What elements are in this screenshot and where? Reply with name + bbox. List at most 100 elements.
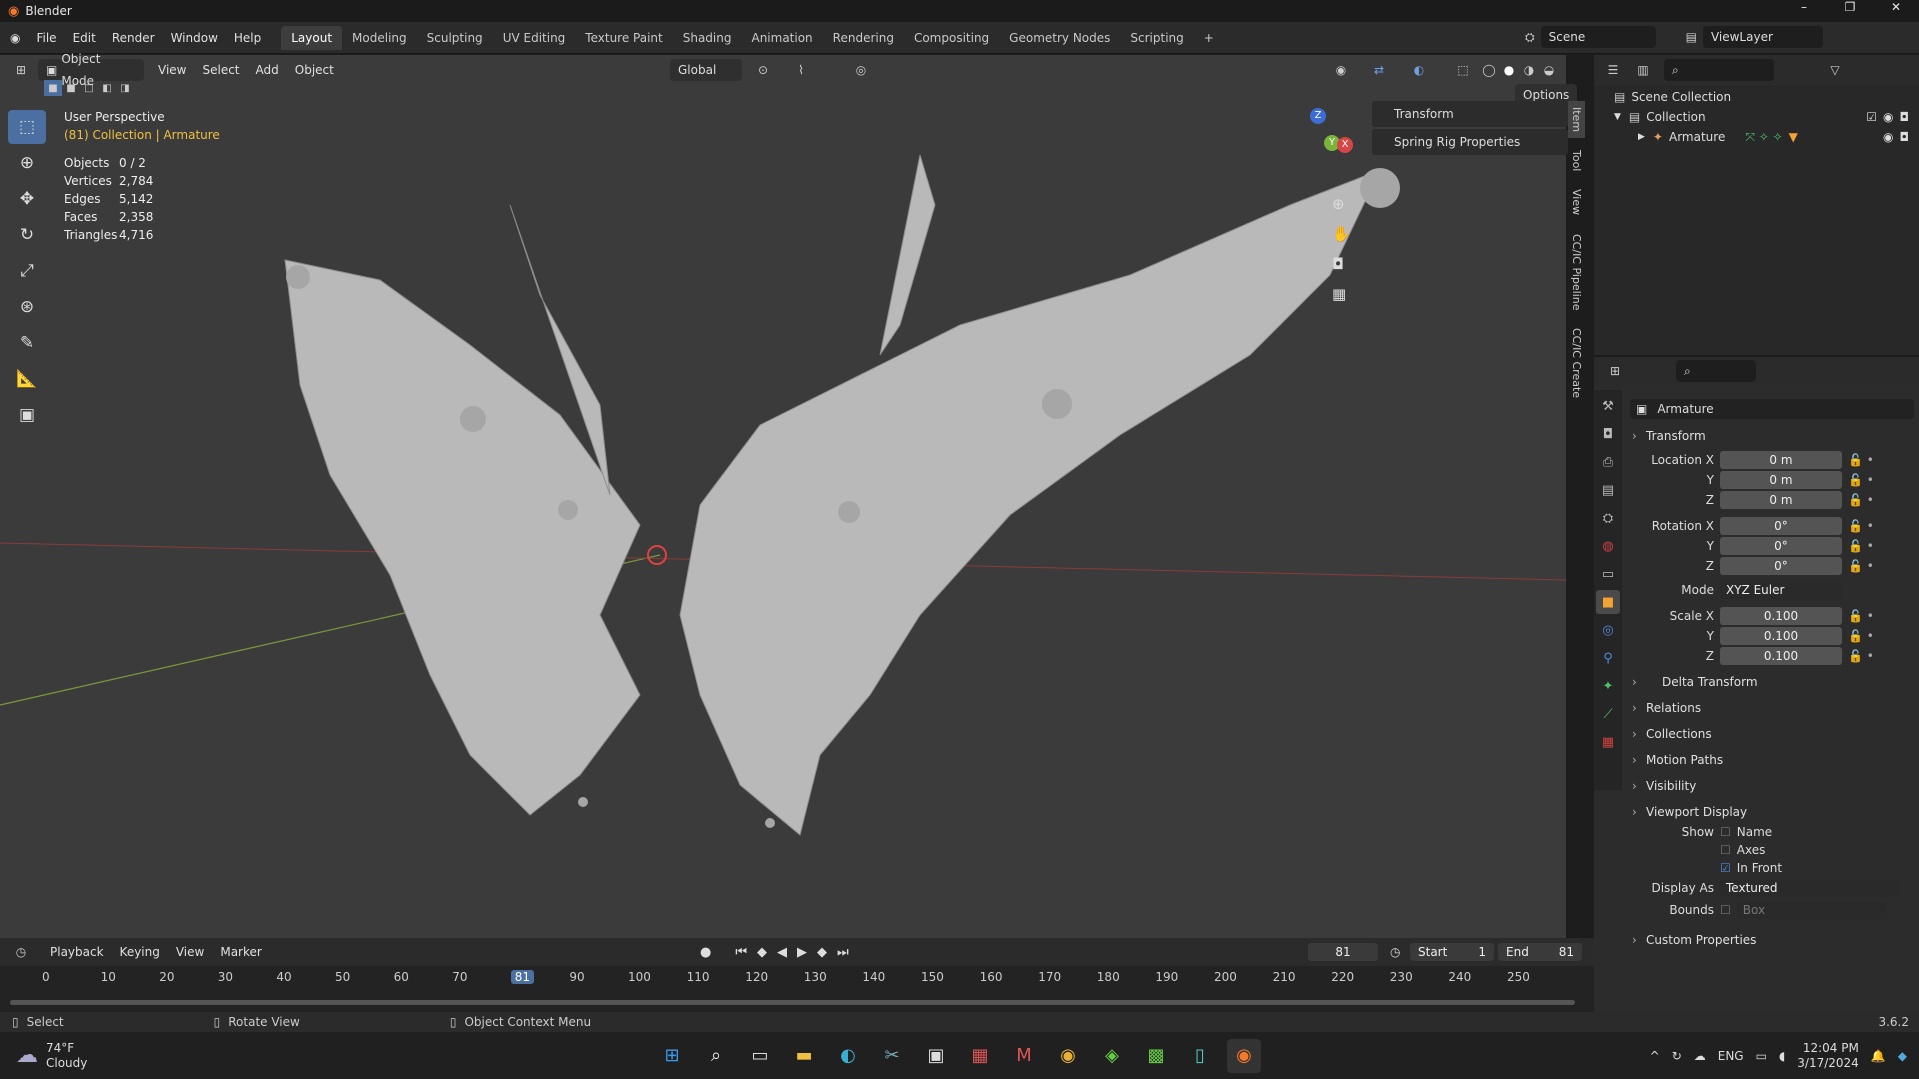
chevron-up-icon[interactable]: ^ bbox=[1650, 1049, 1660, 1063]
app-icon[interactable]: ▩ bbox=[1139, 1039, 1173, 1073]
scale-x-field[interactable]: 0.100 bbox=[1720, 607, 1842, 625]
select-new-icon[interactable]: ■ bbox=[44, 80, 62, 96]
camera-render-icon[interactable]: ◘ bbox=[1900, 110, 1910, 124]
tab-rendering[interactable]: Rendering bbox=[823, 26, 904, 50]
notification-icon[interactable]: 🔔 bbox=[1871, 1049, 1886, 1063]
menu-render[interactable]: Render bbox=[104, 26, 163, 50]
gizmo-x[interactable]: X bbox=[1337, 137, 1353, 153]
bone-tab-icon[interactable]: ⟋ bbox=[1596, 702, 1620, 726]
display-mode-icon[interactable]: ▥ bbox=[1632, 59, 1654, 81]
play-icon[interactable]: ▶ bbox=[797, 945, 807, 960]
select-intersect-icon[interactable]: ◨ bbox=[116, 80, 134, 96]
lock-icon[interactable]: 🔓 • bbox=[1848, 493, 1888, 507]
object-name-field[interactable]: ▣ Armature bbox=[1630, 399, 1914, 419]
scale-z-field[interactable]: 0.100 bbox=[1720, 647, 1842, 665]
location-x-field[interactable]: 0 m bbox=[1720, 451, 1842, 469]
select-box-tool-icon[interactable]: ⬚ bbox=[8, 110, 46, 144]
scene-selector[interactable]: Scene bbox=[1540, 26, 1656, 48]
tab-sculpting[interactable]: Sculpting bbox=[417, 26, 493, 50]
gizmo-toggle-icon[interactable]: ⇄ bbox=[1368, 59, 1390, 81]
tab-compositing[interactable]: Compositing bbox=[904, 26, 999, 50]
menu-window[interactable]: Window bbox=[163, 26, 226, 50]
xray-icon[interactable]: ⬚ bbox=[1452, 59, 1474, 81]
proportional-edit-icon[interactable]: ◎ bbox=[850, 59, 872, 81]
modifiers-tab-icon[interactable]: ◎ bbox=[1596, 618, 1620, 642]
display-as-dropdown[interactable]: Textured bbox=[1720, 879, 1900, 897]
select-invert-icon[interactable]: ◧ bbox=[98, 80, 116, 96]
scale-tool-icon[interactable]: ⤢ bbox=[8, 254, 46, 288]
frame-ruler[interactable]: 0 10 20 30 40 50 60 70 81 90 100 110 120 130 140 150 160… bbox=[0, 970, 1594, 990]
timeline-menu-marker[interactable]: Marker bbox=[212, 940, 269, 964]
constraints-tab-icon[interactable]: ⚲ bbox=[1596, 646, 1620, 670]
bounds-dropdown[interactable]: Box bbox=[1736, 901, 1887, 919]
view-layer-selector[interactable]: ViewLayer bbox=[1702, 26, 1823, 48]
menu-edit[interactable]: Edit bbox=[65, 26, 104, 50]
cloud-tray-icon[interactable]: ☁ bbox=[1694, 1049, 1706, 1063]
camera-icon[interactable]: ◘ bbox=[1332, 255, 1351, 285]
scene-tab-icon[interactable]: ⛭ bbox=[1596, 506, 1620, 530]
camera-render-icon[interactable]: ◘ bbox=[1900, 130, 1910, 144]
select-subtract-icon[interactable]: □ bbox=[80, 80, 98, 96]
solid-shading-icon[interactable]: ● bbox=[1498, 59, 1520, 81]
tab-geometry-nodes[interactable]: Geometry Nodes bbox=[999, 26, 1120, 50]
viewport-menu-add[interactable]: Add bbox=[248, 58, 287, 82]
weather-widget[interactable]: ☁ 74°F Cloudy bbox=[16, 1041, 87, 1071]
expand-arrow-icon[interactable]: ▼ bbox=[1614, 112, 1621, 122]
collection-tab-icon[interactable]: ▭ bbox=[1596, 562, 1620, 586]
view-layer-tab-icon[interactable]: ▤ bbox=[1596, 478, 1620, 502]
rotation-mode-dropdown[interactable]: XYZ Euler bbox=[1720, 581, 1842, 599]
properties-editor-icon[interactable]: ⊞ bbox=[1604, 360, 1626, 382]
search-icon[interactable]: ⌕ bbox=[699, 1039, 733, 1073]
location-y-field[interactable]: 0 m bbox=[1720, 471, 1842, 489]
outliner-armature[interactable]: ▶ ✦ Armature ⤧ ✧ ✧ ▼ ◉ ◘ bbox=[1594, 127, 1919, 147]
app-icon[interactable]: M bbox=[1007, 1039, 1041, 1073]
timeline-editor-icon[interactable]: ◷ bbox=[10, 941, 32, 963]
task-view-icon[interactable]: ▭ bbox=[743, 1039, 777, 1073]
tab-ccic-create[interactable]: CC/IC Create bbox=[1568, 322, 1585, 404]
measure-tool-icon[interactable]: 📐 bbox=[8, 362, 46, 396]
section-visibility[interactable]: Visibility bbox=[1622, 773, 1919, 799]
npanel-transform[interactable]: Transform bbox=[1372, 101, 1568, 127]
checkbox-icon[interactable]: ☑ bbox=[1866, 110, 1877, 124]
rotate-tool-icon[interactable]: ↻ bbox=[8, 218, 46, 252]
clock[interactable]: 12:04 PM 3/17/2024 bbox=[1797, 1041, 1859, 1071]
timeline-scrollbar[interactable] bbox=[10, 1000, 1575, 1005]
grid-icon[interactable]: ▦ bbox=[1332, 285, 1351, 315]
viewport-menu-view[interactable]: View bbox=[150, 58, 194, 82]
overlays-icon[interactable]: ◐ bbox=[1408, 59, 1430, 81]
armature-data-tab-icon[interactable]: ✦ bbox=[1596, 674, 1620, 698]
tab-animation[interactable]: Animation bbox=[741, 26, 822, 50]
gizmo-z[interactable]: Z bbox=[1310, 108, 1326, 124]
cursor-tool-icon[interactable]: ⊕ bbox=[8, 146, 46, 180]
tab-shading[interactable]: Shading bbox=[673, 26, 742, 50]
section-collections[interactable]: Collections bbox=[1622, 721, 1919, 747]
outliner-search-input[interactable]: ⌕ bbox=[1664, 59, 1774, 81]
show-name-checkbox[interactable]: ☐ Name bbox=[1720, 825, 1900, 839]
blender-menu-icon[interactable]: ◉ bbox=[10, 31, 20, 45]
move-tool-icon[interactable]: ✥ bbox=[8, 182, 46, 216]
record-icon[interactable]: ● bbox=[700, 945, 711, 960]
3d-viewport[interactable]: Z Y X ⊕ ✋ ◘ ▦ bbox=[0, 55, 1566, 938]
rotation-z-field[interactable]: 0° bbox=[1720, 557, 1842, 575]
navigation-gizmo[interactable]: Z Y X bbox=[1275, 105, 1355, 185]
tab-tool[interactable]: Tool bbox=[1568, 144, 1585, 177]
section-transform[interactable]: Transform bbox=[1622, 423, 1919, 449]
app-icon[interactable]: ◈ bbox=[1095, 1039, 1129, 1073]
timeline-menu-view[interactable]: View bbox=[168, 940, 212, 964]
tab-layout[interactable]: Layout bbox=[281, 25, 343, 50]
close-button[interactable]: ✕ bbox=[1873, 0, 1919, 14]
pivot-icon[interactable]: ⊙ bbox=[752, 59, 774, 81]
section-motion-paths[interactable]: Motion Paths bbox=[1622, 747, 1919, 773]
network-icon[interactable]: ▭ bbox=[1756, 1049, 1767, 1063]
wireframe-shading-icon[interactable]: ◯ bbox=[1478, 59, 1500, 81]
outliner-editor-icon[interactable]: ☰ bbox=[1602, 59, 1624, 81]
timeline-menu-playback[interactable]: Playback bbox=[42, 940, 112, 964]
lock-icon[interactable]: 🔓 • bbox=[1848, 559, 1888, 573]
location-z-field[interactable]: 0 m bbox=[1720, 491, 1842, 509]
current-frame-field[interactable]: 81 bbox=[1308, 943, 1378, 961]
tab-texture-paint[interactable]: Texture Paint bbox=[575, 26, 672, 50]
lock-icon[interactable]: 🔓 • bbox=[1848, 519, 1888, 533]
tab-modeling[interactable]: Modeling bbox=[342, 26, 417, 50]
zoom-icon[interactable]: ⊕ bbox=[1332, 195, 1351, 225]
chrome-icon[interactable]: ◉ bbox=[1051, 1039, 1085, 1073]
